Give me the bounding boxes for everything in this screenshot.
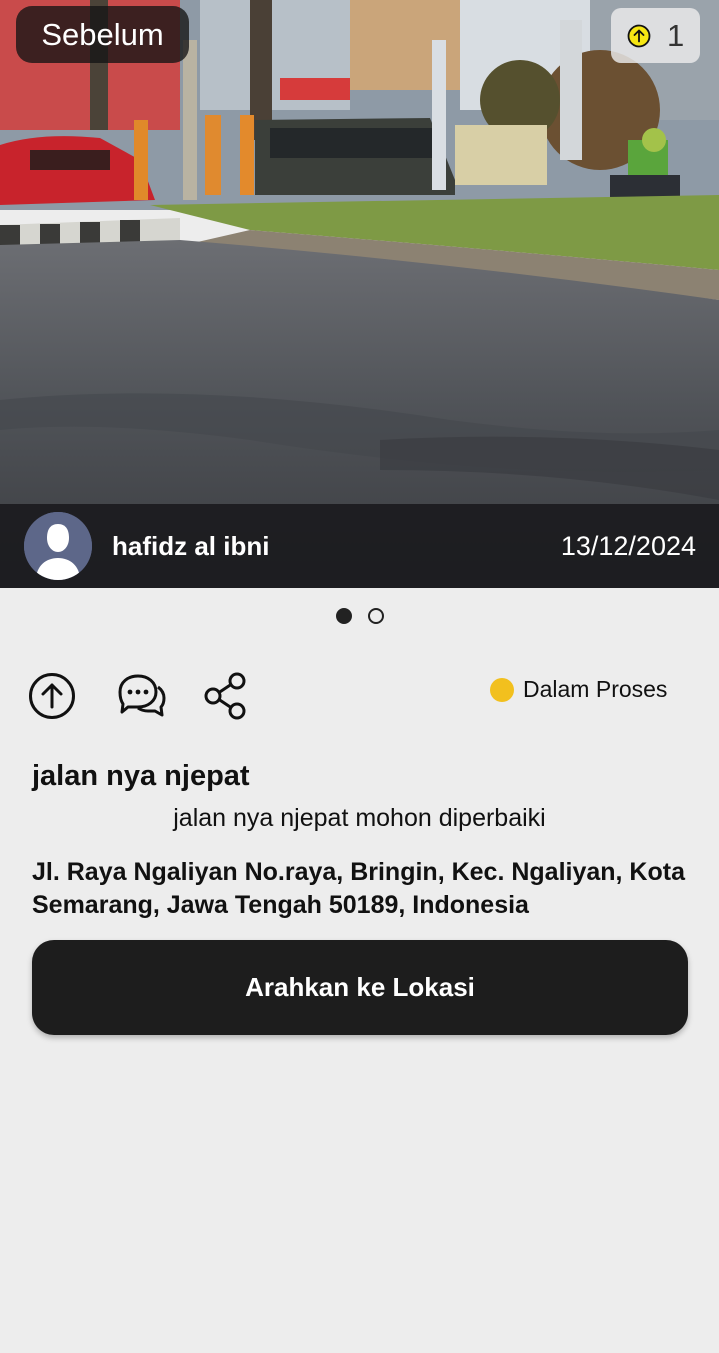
post-date: 13/12/2024 [560,531,696,561]
share-icon [204,672,246,720]
upvote-count: 1 [667,17,685,53]
author-bar: hafidz al ibni 13/12/2024 [0,504,719,588]
author-name: hafidz al ibni [112,531,270,561]
comment-button[interactable] [114,670,168,722]
report-title: jalan nya njepat [32,760,250,792]
photo-pager [336,608,384,624]
before-badge: Sebelum [16,6,189,63]
upvote-icon [627,24,651,47]
report-address: Jl. Raya Ngaliyan No.raya, Bringin, Kec.… [32,858,685,919]
upvote-count-chip: 1 [611,8,700,63]
status-label: Dalam Proses [523,676,668,702]
avatar[interactable] [24,512,92,580]
share-button[interactable] [202,670,250,722]
comment-icon [118,674,166,717]
upvote-button[interactable] [26,670,78,722]
status-dot-icon [490,677,514,702]
directions-button[interactable]: Arahkan ke Lokasi [32,940,688,1035]
pager-dot-active[interactable] [336,608,352,624]
pager-dot[interactable] [368,608,384,624]
upvote-arrow-icon [29,673,75,719]
status-badge: Dalam Proses [490,676,667,703]
report-photo[interactable]: Sebelum 1 hafidz al ibni 13/12/2024 [0,0,719,588]
report-description: jalan nya njepat mohon diperbaiki [173,804,546,832]
user-avatar-icon [24,512,92,580]
street-photo [0,0,719,588]
